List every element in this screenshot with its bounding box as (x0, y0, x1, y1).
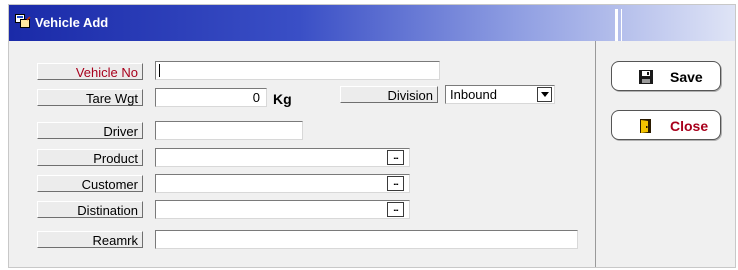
close-button-label: Close (670, 118, 709, 134)
vehicle-add-window: Vehicle Add Vehicle No Tare Wgt 0 Kg Div… (8, 4, 736, 268)
driver-input[interactable] (155, 121, 303, 140)
dropdown-arrow-icon[interactable] (537, 87, 552, 102)
distination-label: Distination (37, 201, 143, 218)
text-cursor (159, 64, 160, 77)
distination-lookup-button[interactable]: ... (387, 202, 404, 217)
division-label: Division (340, 86, 438, 103)
button-pane: Save Close (597, 41, 735, 267)
tare-wgt-unit: Kg (273, 91, 292, 107)
distination-input[interactable] (155, 200, 410, 219)
division-selected-value: Inbound (450, 87, 497, 102)
title-bar: Vehicle Add (9, 5, 735, 41)
close-button[interactable]: Close (611, 110, 721, 140)
product-label: Product (37, 149, 143, 166)
vehicle-no-input[interactable] (155, 61, 440, 80)
tare-wgt-input[interactable]: 0 (155, 88, 267, 107)
customer-label: Customer (37, 175, 143, 192)
save-button[interactable]: Save (611, 61, 721, 91)
title-bar-divider-thin (621, 9, 622, 41)
window-app-icon (15, 14, 31, 29)
reamrk-input[interactable] (155, 230, 578, 249)
tare-wgt-label: Tare Wgt (37, 89, 143, 106)
driver-label: Driver (37, 122, 143, 139)
reamrk-label: Reamrk (37, 231, 143, 248)
vehicle-no-label: Vehicle No (37, 63, 143, 80)
customer-input[interactable] (155, 174, 410, 193)
title-bar-divider (615, 9, 618, 41)
product-lookup-button[interactable]: ... (387, 150, 404, 165)
save-button-label: Save (670, 69, 703, 85)
customer-lookup-button[interactable]: ... (387, 176, 404, 191)
product-input[interactable] (155, 148, 410, 167)
form-pane: Vehicle No Tare Wgt 0 Kg Division Inboun… (9, 41, 596, 267)
floppy-disk-icon (638, 69, 654, 85)
door-exit-icon (638, 118, 654, 134)
window-title: Vehicle Add (35, 15, 109, 30)
division-select[interactable]: Inbound (445, 85, 555, 104)
